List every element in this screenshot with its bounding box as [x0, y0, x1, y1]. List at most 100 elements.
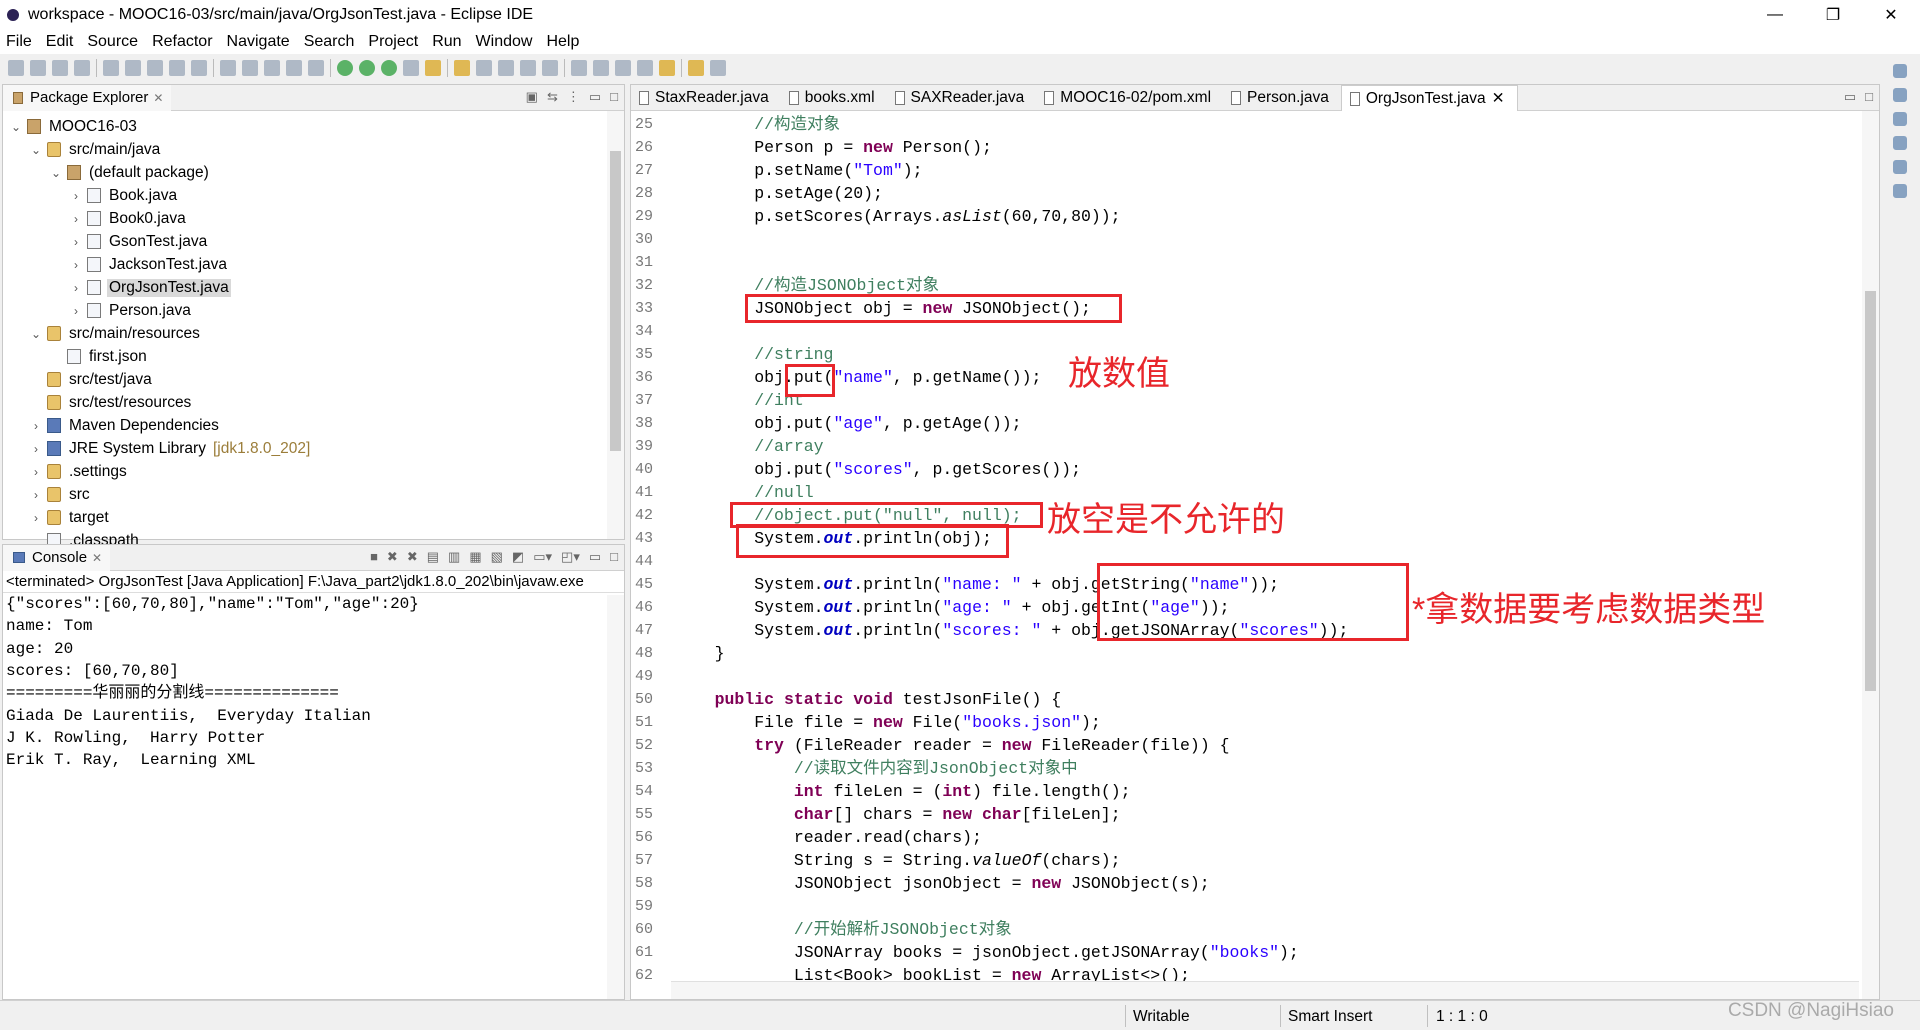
- menu-refactor[interactable]: Refactor: [152, 33, 212, 51]
- open-task-icon[interactable]: [476, 60, 492, 76]
- chevron-icon[interactable]: ⌄: [9, 120, 23, 134]
- use-step-filters-icon[interactable]: [308, 60, 324, 76]
- mark-occurrences-icon[interactable]: [520, 60, 536, 76]
- tree-item[interactable]: ⌄ MOOC16-03: [9, 115, 139, 138]
- disconnect-icon[interactable]: [191, 60, 207, 76]
- expressions-icon[interactable]: [1893, 136, 1907, 150]
- breakpoints-icon[interactable]: [1893, 112, 1907, 126]
- chevron-icon[interactable]: ›: [69, 304, 83, 318]
- help-icon[interactable]: [1893, 184, 1907, 198]
- console-scrollbar[interactable]: [607, 595, 624, 999]
- skip-breakpoints-icon[interactable]: [103, 60, 119, 76]
- new-wizard-icon[interactable]: [454, 60, 470, 76]
- chevron-icon[interactable]: ›: [29, 465, 43, 479]
- clear-console-icon[interactable]: ▤: [427, 549, 439, 565]
- editor-horizontal-scrollbar[interactable]: [671, 981, 1859, 999]
- view-menu-icon[interactable]: ⋮: [567, 89, 580, 105]
- chevron-icon[interactable]: ›: [69, 189, 83, 203]
- close-icon[interactable]: ✕: [92, 551, 102, 565]
- menu-window[interactable]: Window: [476, 33, 533, 51]
- maximize-view-icon[interactable]: □: [1865, 89, 1873, 105]
- open-type-icon[interactable]: [425, 60, 441, 76]
- chevron-icon[interactable]: ⌄: [29, 327, 43, 341]
- resume-icon[interactable]: [125, 60, 141, 76]
- restore-button[interactable]: ❐: [1804, 0, 1862, 30]
- remove-all-icon[interactable]: ✖: [407, 549, 418, 565]
- chevron-icon[interactable]: ›: [29, 488, 43, 502]
- editor-tab[interactable]: MOOC16-02/pom.xml: [1036, 85, 1223, 111]
- tree-item[interactable]: src/test/java: [29, 368, 154, 391]
- block-selection-icon[interactable]: [542, 60, 558, 76]
- coverage-icon[interactable]: [381, 60, 397, 76]
- terminate-icon[interactable]: ■: [370, 549, 378, 565]
- tree-item[interactable]: › Book0.java: [69, 207, 188, 230]
- variables-icon[interactable]: [1893, 88, 1907, 102]
- pin-editor-icon[interactable]: [710, 60, 726, 76]
- tree-item[interactable]: › Maven Dependencies: [29, 414, 221, 437]
- annotation-icon[interactable]: [498, 60, 514, 76]
- next-annotation-icon[interactable]: [593, 60, 609, 76]
- tree-item[interactable]: › OrgJsonTest.java: [69, 276, 231, 299]
- chevron-icon[interactable]: ›: [29, 419, 43, 433]
- maximize-view-icon[interactable]: □: [610, 89, 618, 105]
- terminal-icon[interactable]: [74, 60, 90, 76]
- step-over-icon[interactable]: [242, 60, 258, 76]
- show-stderr-icon[interactable]: ▧: [491, 549, 503, 565]
- editor-tab[interactable]: books.xml: [781, 85, 887, 111]
- tree-scrollbar[interactable]: [607, 111, 624, 539]
- stop-icon[interactable]: [169, 60, 185, 76]
- tab-package-explorer[interactable]: Package Explorer ✕: [3, 84, 172, 111]
- show-whitespace-icon[interactable]: [571, 60, 587, 76]
- chevron-icon[interactable]: ›: [69, 258, 83, 272]
- close-icon[interactable]: ✕: [1492, 89, 1505, 108]
- editor-scrollbar[interactable]: [1862, 111, 1879, 999]
- tree-item[interactable]: ⌄ src/main/resources: [29, 322, 202, 345]
- run-icon[interactable]: [359, 60, 375, 76]
- tree-item[interactable]: ⌄ src/main/java: [29, 138, 162, 161]
- debug-icon[interactable]: [337, 60, 353, 76]
- tree-item[interactable]: › Person.java: [69, 299, 193, 322]
- editor-tab[interactable]: OrgJsonTest.java ✕: [1340, 85, 1518, 111]
- save-all-icon[interactable]: [52, 60, 68, 76]
- last-edit-icon[interactable]: [637, 60, 653, 76]
- link-editor-icon[interactable]: ⇆: [547, 89, 558, 105]
- tree-item[interactable]: › Book.java: [69, 184, 179, 207]
- chevron-icon[interactable]: ⌄: [29, 143, 43, 157]
- chevron-icon[interactable]: ›: [29, 511, 43, 525]
- tree-item[interactable]: ⌄ (default package): [49, 161, 211, 184]
- minimize-view-icon[interactable]: ▭: [589, 89, 601, 105]
- perspective-icon[interactable]: [1893, 64, 1907, 78]
- chevron-icon[interactable]: ›: [29, 442, 43, 456]
- drop-frame-icon[interactable]: [286, 60, 302, 76]
- scroll-lock-icon[interactable]: ▥: [448, 549, 460, 565]
- save-icon[interactable]: [30, 60, 46, 76]
- menu-source[interactable]: Source: [87, 33, 138, 51]
- tree-item[interactable]: › GsonTest.java: [69, 230, 209, 253]
- forward-icon[interactable]: [688, 60, 704, 76]
- back-icon[interactable]: [659, 60, 675, 76]
- tree-item[interactable]: src/test/resources: [29, 391, 193, 414]
- chevron-icon[interactable]: ⌄: [49, 166, 63, 180]
- menu-file[interactable]: File: [6, 33, 32, 51]
- pin-console-icon[interactable]: ◩: [512, 549, 524, 565]
- remove-launch-icon[interactable]: ✖: [387, 549, 398, 565]
- step-return-icon[interactable]: [264, 60, 280, 76]
- editor-tab[interactable]: Person.java: [1223, 85, 1341, 111]
- tree-item[interactable]: › target: [29, 506, 111, 529]
- minimize-button[interactable]: —: [1746, 0, 1804, 30]
- tree-item[interactable]: first.json: [49, 345, 149, 368]
- menu-project[interactable]: Project: [368, 33, 418, 51]
- chevron-icon[interactable]: ›: [69, 212, 83, 226]
- display-console-icon[interactable]: ▭▾: [533, 549, 552, 565]
- minimize-view-icon[interactable]: ▭: [1844, 89, 1856, 105]
- external-tools-icon[interactable]: [403, 60, 419, 76]
- tab-console[interactable]: Console ✕: [3, 544, 111, 571]
- show-stdout-icon[interactable]: ▦: [469, 549, 481, 565]
- minimize-view-icon[interactable]: ▭: [589, 549, 601, 565]
- suspend-icon[interactable]: [147, 60, 163, 76]
- chevron-icon[interactable]: ›: [69, 281, 83, 295]
- status-insert-mode[interactable]: Smart Insert: [1288, 1008, 1372, 1026]
- menu-edit[interactable]: Edit: [46, 33, 74, 51]
- tree-item[interactable]: › src: [29, 483, 92, 506]
- editor-tab[interactable]: SAXReader.java: [887, 85, 1037, 111]
